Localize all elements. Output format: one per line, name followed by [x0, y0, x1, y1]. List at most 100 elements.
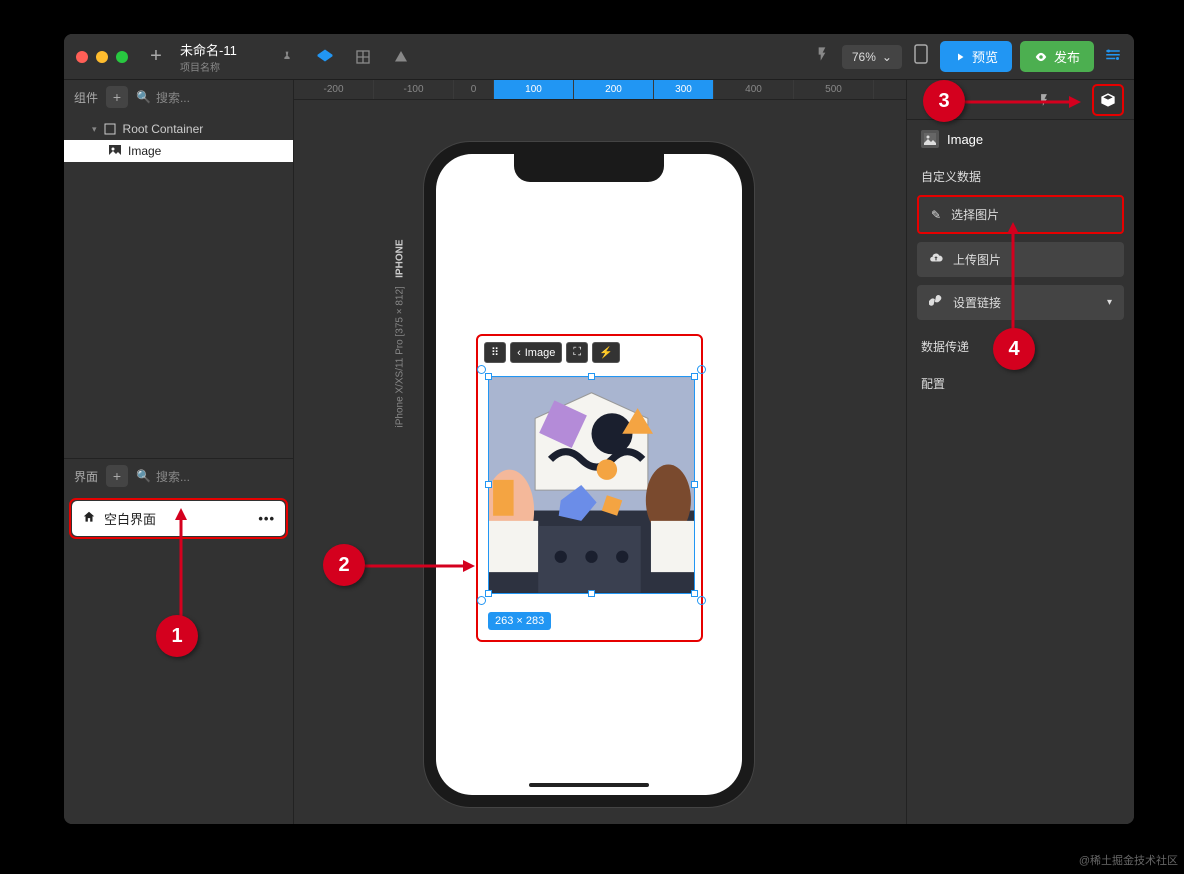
- callout-4: 4: [993, 328, 1035, 370]
- add-project-button[interactable]: +: [142, 43, 170, 71]
- close-icon[interactable]: [76, 51, 88, 63]
- pages-header: 界面 + 🔍 搜索...: [64, 459, 293, 493]
- phone-model-label: iPhone X/XS/11 Pro [375 × 812] IPHONE: [395, 240, 406, 428]
- preview-label: 预览: [972, 47, 998, 66]
- eye-icon: [1034, 50, 1048, 64]
- link-icon: [929, 294, 943, 311]
- rotate-handle[interactable]: [477, 365, 486, 374]
- pin-icon[interactable]: [277, 47, 297, 67]
- resize-handle[interactable]: [485, 373, 492, 380]
- callout-2: 2: [323, 544, 365, 586]
- sidebar-left: 组件 + 🔍 搜索... ▾ Root Container Image: [64, 80, 294, 824]
- device-icon[interactable]: [914, 44, 928, 69]
- titlebar: + 未命名-11 项目名称 76% ⌄ 预览 发布: [64, 34, 1134, 80]
- project-subtitle: 项目名称: [180, 59, 237, 74]
- minimize-icon[interactable]: [96, 51, 108, 63]
- arrow-2: [365, 560, 475, 572]
- select-image-button[interactable]: ✎ 选择图片: [917, 195, 1124, 234]
- zoom-dropdown[interactable]: 76% ⌄: [842, 45, 902, 69]
- add-page-button[interactable]: +: [106, 465, 128, 487]
- resize-handle[interactable]: [588, 590, 595, 597]
- fullscreen-icon[interactable]: ⛶: [566, 342, 588, 363]
- component-name: Image: [947, 132, 983, 147]
- tree-root-container[interactable]: ▾ Root Container: [64, 118, 293, 140]
- toolbar: [277, 47, 411, 67]
- resize-handle[interactable]: [485, 590, 492, 597]
- tree-image-item[interactable]: Image: [64, 140, 293, 162]
- search-placeholder: 搜索...: [156, 89, 190, 106]
- chevron-down-icon: ▾: [1107, 297, 1112, 308]
- search-icon: 🔍: [136, 469, 151, 483]
- breadcrumb-image[interactable]: ‹ Image: [510, 342, 562, 363]
- section-custom-data: 自定义数据: [907, 158, 1134, 195]
- pages-label: 界面: [74, 468, 98, 485]
- arrow-3: [965, 96, 1081, 108]
- sidebar-right: Image 自定义数据 ✎ 选择图片 上传图片 设置链接 ▾ 数据传递 配置: [906, 80, 1134, 824]
- resize-handle[interactable]: [485, 481, 492, 488]
- rotate-handle[interactable]: [477, 596, 486, 605]
- grid-icon[interactable]: [353, 47, 373, 67]
- watermark: @稀土掘金技术社区: [1079, 852, 1178, 868]
- chevron-down-icon: ⌄: [882, 50, 892, 64]
- image-label: Image: [128, 144, 161, 158]
- preview-button[interactable]: 预览: [940, 41, 1012, 72]
- component-tree: ▾ Root Container Image: [64, 114, 293, 166]
- drag-handle-icon[interactable]: ⠿: [484, 342, 506, 363]
- project-name: 未命名-11: [180, 40, 237, 59]
- pencil-icon: ✎: [931, 208, 941, 222]
- maximize-icon[interactable]: [116, 51, 128, 63]
- tab-data[interactable]: [1092, 84, 1124, 116]
- container-icon: [103, 122, 117, 136]
- phone-notch: [514, 154, 664, 182]
- search-icon: 🔍: [136, 90, 151, 104]
- phone-frame: iPhone X/XS/11 Pro [375 × 812] IPHONE ⠿ …: [424, 142, 754, 807]
- root-label: Root Container: [123, 122, 204, 136]
- page-more-button[interactable]: •••: [258, 511, 275, 526]
- image-icon: [921, 130, 939, 148]
- resize-handle[interactable]: [588, 373, 595, 380]
- page-name: 空白界面: [104, 509, 156, 528]
- layers-icon[interactable]: [315, 47, 335, 67]
- component-name-row: Image: [907, 120, 1134, 158]
- flash-icon[interactable]: [814, 46, 830, 67]
- callout-3: 3: [923, 80, 965, 122]
- resize-handle[interactable]: [691, 481, 698, 488]
- image-icon: [108, 144, 122, 158]
- upload-icon: [929, 251, 943, 268]
- ruler-horizontal: -200 -100 0 100 200 300 400 500: [294, 80, 906, 100]
- window-controls[interactable]: [76, 51, 128, 63]
- arrow-1: [175, 508, 187, 618]
- size-badge: 263 × 283: [488, 612, 551, 630]
- callout-1: 1: [156, 615, 198, 657]
- page-search[interactable]: 🔍 搜索...: [136, 468, 283, 485]
- app-window: + 未命名-11 项目名称 76% ⌄ 预览 发布: [64, 34, 1134, 824]
- components-header: 组件 + 🔍 搜索...: [64, 80, 293, 114]
- home-icon: [82, 510, 96, 527]
- section-config[interactable]: 配置: [907, 365, 1134, 402]
- rotate-handle[interactable]: [697, 596, 706, 605]
- placeholder-illustration: [489, 377, 694, 593]
- chevron-down-icon: ▾: [92, 124, 97, 135]
- image-selection-box[interactable]: ⠿ ‹ Image ⛶ ⚡: [476, 334, 703, 642]
- project-title[interactable]: 未命名-11 项目名称: [180, 40, 237, 74]
- zoom-value: 76%: [852, 50, 876, 64]
- rotate-handle[interactable]: [697, 365, 706, 374]
- component-search[interactable]: 🔍 搜索...: [136, 89, 283, 106]
- resize-handle[interactable]: [691, 373, 698, 380]
- home-indicator: [529, 783, 649, 787]
- play-icon: [954, 51, 966, 63]
- upload-image-button[interactable]: 上传图片: [917, 242, 1124, 277]
- flash-icon[interactable]: ⚡: [592, 342, 620, 363]
- publish-button[interactable]: 发布: [1020, 41, 1094, 72]
- image-toolbar: ⠿ ‹ Image ⛶ ⚡: [484, 342, 620, 363]
- settings-icon[interactable]: [1104, 45, 1122, 68]
- arrow-4: [1007, 222, 1019, 330]
- cloud-icon[interactable]: [391, 47, 411, 67]
- image-element[interactable]: [488, 376, 695, 594]
- resize-handle[interactable]: [691, 590, 698, 597]
- add-component-button[interactable]: +: [106, 86, 128, 108]
- canvas[interactable]: -200 -100 0 100 200 300 400 500 iPhone X…: [294, 80, 906, 824]
- set-link-button[interactable]: 设置链接 ▾: [917, 285, 1124, 320]
- publish-label: 发布: [1054, 47, 1080, 66]
- components-label: 组件: [74, 89, 98, 106]
